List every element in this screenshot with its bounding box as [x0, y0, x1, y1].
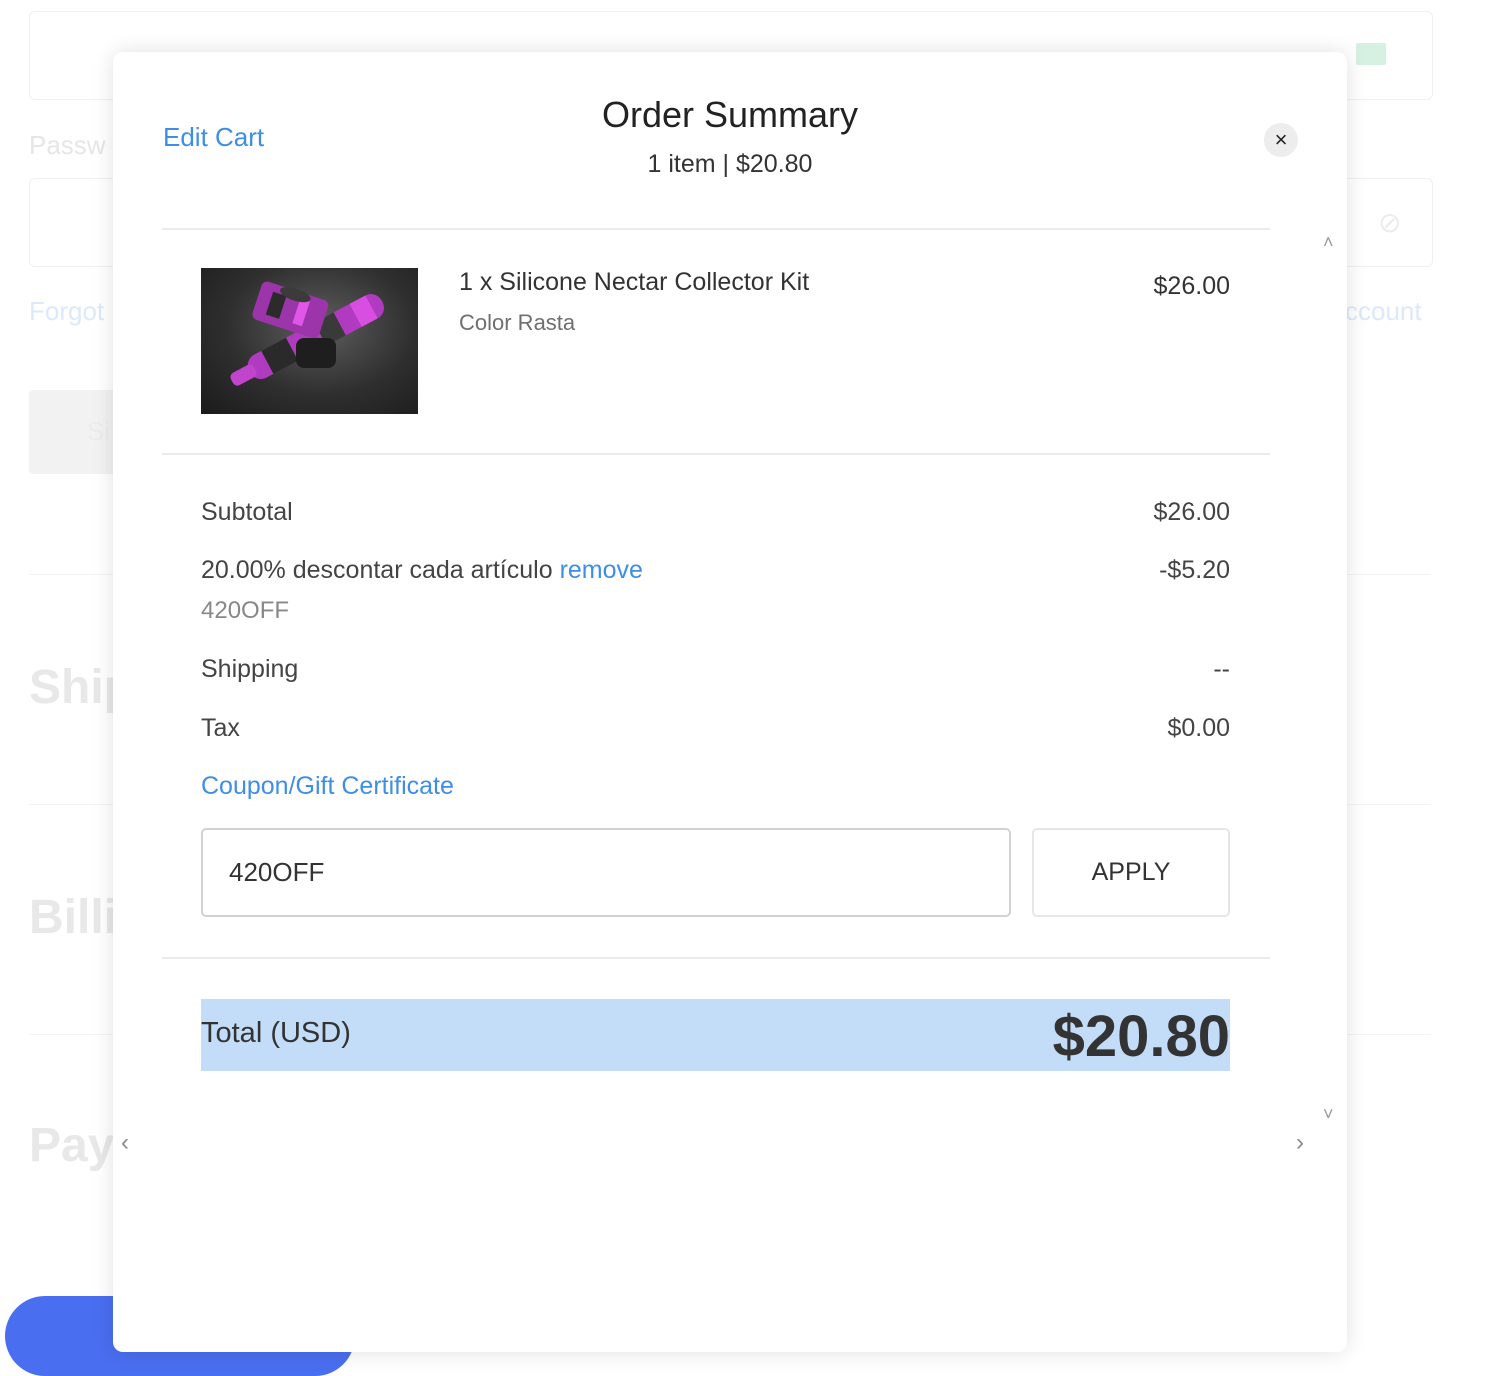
divider — [162, 453, 1270, 455]
product-image-art — [230, 281, 384, 386]
close-icon: × — [1274, 127, 1288, 152]
discount-label: 20.00% descontar cada artículo — [201, 556, 553, 584]
product-image — [201, 268, 418, 414]
modal-title: Order Summary — [601, 94, 859, 135]
subtotal-value: $26.00 — [1153, 498, 1230, 526]
tax-value: $0.00 — [1167, 714, 1230, 742]
chevron-down-icon[interactable]: ˅ — [1323, 1104, 1334, 1125]
close-button[interactable]: × — [1264, 123, 1298, 157]
order-summary-modal: Edit Cart Order Summary 1 item | $20.80 … — [113, 52, 1347, 1352]
discount-row: 20.00% descontar cada artículo remove — [201, 556, 643, 585]
shipping-label: Shipping — [201, 655, 299, 683]
sign-in-label: Si — [87, 416, 111, 446]
subtotal-label: Subtotal — [201, 498, 293, 526]
modal-subtitle: 1 item | $20.80 — [647, 150, 813, 178]
chevron-right-icon[interactable]: › — [1296, 1129, 1304, 1157]
shipping-value: -- — [1213, 655, 1230, 683]
total-label: Total (USD) — [201, 1017, 351, 1049]
forgot-password-link[interactable]: Forgot — [29, 296, 104, 327]
eye-off-icon[interactable]: ⊘ — [1378, 206, 1401, 239]
discount-value: -$5.20 — [1159, 556, 1230, 584]
discount-code: 420OFF — [201, 597, 290, 624]
tax-label: Tax — [201, 714, 240, 742]
item-option: Color Rasta — [459, 310, 576, 335]
coupon-input[interactable] — [201, 828, 1011, 917]
coupon-gift-certificate-link[interactable]: Coupon/Gift Certificate — [201, 772, 454, 801]
item-name: 1 x Silicone Nectar Collector Kit — [459, 268, 810, 296]
remove-discount-link[interactable]: remove — [560, 556, 643, 584]
item-price: $26.00 — [1153, 272, 1230, 300]
create-account-link[interactable]: ccount — [1345, 296, 1422, 327]
billing-heading: Billi — [29, 891, 118, 944]
password-label: Passw — [29, 130, 106, 160]
total-value: $20.80 — [1052, 1004, 1230, 1069]
chevron-up-icon[interactable]: ˄ — [1323, 232, 1334, 253]
divider — [162, 228, 1270, 230]
total-row: Total (USD) $20.80 — [201, 999, 1230, 1071]
apply-coupon-button[interactable]: APPLY — [1032, 828, 1230, 917]
mail-icon — [1356, 43, 1386, 65]
divider — [162, 957, 1270, 959]
payment-heading: Pay — [29, 1119, 115, 1172]
chevron-left-icon[interactable]: ‹ — [121, 1129, 129, 1157]
